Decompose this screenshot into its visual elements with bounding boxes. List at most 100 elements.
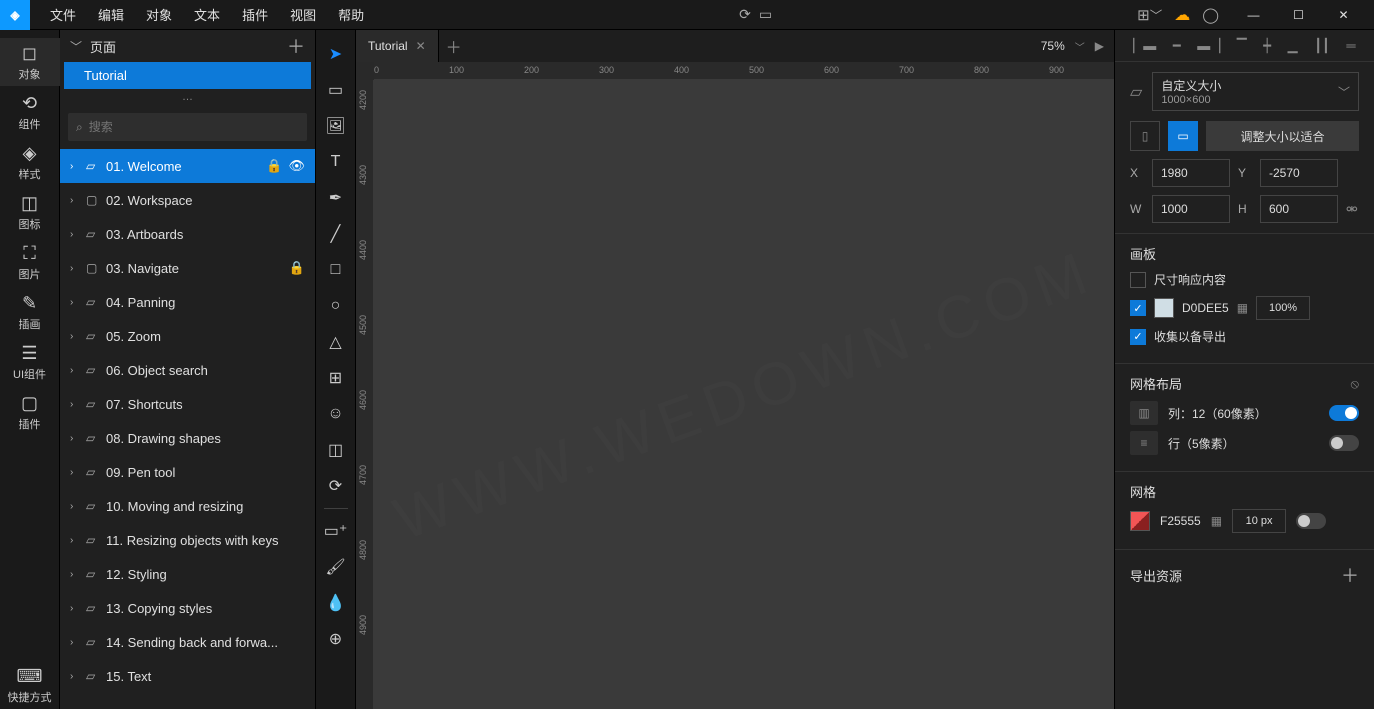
user-icon[interactable]: ◯ [1202,6,1219,24]
doc-tab-tutorial[interactable]: Tutorial ✕ [356,30,439,62]
export-collect-checkbox[interactable]: ✓ [1130,329,1146,345]
play-icon[interactable]: ▶ [1095,39,1104,53]
maximize-button[interactable]: ☐ [1276,0,1321,30]
fit-size-button[interactable]: 调整大小以适合 [1206,121,1359,151]
zoom-chevron-icon[interactable]: ﹀ [1075,39,1085,54]
layer-item[interactable]: › ▱ 15. Text [60,659,315,693]
layer-item[interactable]: › ▱ 05. Zoom [60,319,315,353]
tool-artboard[interactable]: ▭ [316,72,356,108]
apps-icon[interactable]: ⊞﹀ [1137,5,1162,24]
menu-object[interactable]: 对象 [136,0,182,30]
grid-hex[interactable]: F25555 [1160,514,1201,528]
layer-item[interactable]: › ▱ 08. Drawing shapes [60,421,315,455]
orient-portrait-button[interactable]: ▯ [1130,121,1160,151]
layer-item[interactable]: › ▢ 03. Navigate 🔒 [60,251,315,285]
tool-text[interactable]: T [316,144,356,180]
size-preset-select[interactable]: 自定义大小 1000×600 ﹀ [1152,72,1359,111]
menu-view[interactable]: 视图 [280,0,326,30]
menu-edit[interactable]: 编辑 [88,0,134,30]
tool-image[interactable]: 🖼 [316,108,356,144]
zoom-value[interactable]: 75% [1041,39,1065,53]
tool-grid[interactable]: ⊞ [316,360,356,396]
grid-size[interactable]: 10 px [1232,509,1286,533]
layer-item[interactable]: › ▱ 12. Styling [60,557,315,591]
tool-component[interactable]: ◫ [316,432,356,468]
iconbar-ui[interactable]: ☰UI组件 [0,338,60,386]
cloud-icon[interactable]: ☁ [1174,5,1190,25]
layer-item[interactable]: › ▢ 02. Workspace [60,183,315,217]
layer-item[interactable]: › ▱ 06. Object search [60,353,315,387]
sync-icon[interactable]: ⟳ [739,6,751,23]
canvas[interactable]: WWW.WEDOWN.COM [374,80,1114,709]
menu-plugin[interactable]: 插件 [232,0,278,30]
page-tab-tutorial[interactable]: Tutorial [64,62,311,89]
cols-toggle[interactable] [1329,405,1359,421]
iconbar-objects[interactable]: ◻对象 [0,38,60,86]
cols-icon[interactable]: ▥ [1130,401,1158,425]
y-input[interactable] [1260,159,1338,187]
pages-collapse-icon[interactable]: ﹀ [70,38,82,55]
iconbar-styles[interactable]: ◈样式 [0,138,60,186]
menu-text[interactable]: 文本 [184,0,230,30]
tool-eyedropper[interactable]: 💧 [316,585,356,621]
iconbar-illustration[interactable]: ✎插画 [0,288,60,336]
tool-pen[interactable]: ✒ [316,180,356,216]
lock-icon[interactable]: 🔒 [266,158,282,174]
align-bottom-icon[interactable]: ▁ [1288,38,1298,54]
layer-item[interactable]: › ▱ 10. Moving and resizing [60,489,315,523]
bg-hex[interactable]: D0DEE5 [1182,301,1229,315]
align-left-icon[interactable]: ▏▬ [1133,38,1156,54]
tool-zoom[interactable]: ⊕ [316,621,356,657]
tool-select[interactable]: ➤ [316,36,356,72]
rows-icon[interactable]: ≡ [1130,431,1158,455]
close-tab-icon[interactable]: ✕ [416,39,426,53]
tool-polygon[interactable]: △ [316,324,356,360]
bg-enable-checkbox[interactable]: ✓ [1130,300,1146,316]
add-export-button[interactable]: ＋ [1341,562,1359,588]
iconbar-plugins[interactable]: ▢插件 [0,388,60,436]
link-wh-icon[interactable]: ⚮ [1346,201,1358,218]
iconbar-components[interactable]: ⟲组件 [0,88,60,136]
menu-help[interactable]: 帮助 [328,0,374,30]
pattern-icon[interactable]: ▦ [1237,301,1248,315]
add-page-button[interactable]: ＋ [287,33,305,59]
iconbar-images[interactable]: ⛶图片 [0,238,60,286]
pages-more[interactable]: … [60,89,315,105]
align-hcenter-icon[interactable]: ━ [1173,38,1181,54]
layer-item[interactable]: › ▱ 07. Shortcuts [60,387,315,421]
align-vcenter-icon[interactable]: ┿ [1263,38,1271,54]
tool-slice[interactable]: ▭⁺ [316,513,356,549]
iconbar-shortcuts[interactable]: ⌨快捷方式 [0,661,60,709]
tool-ellipse[interactable]: ○ [316,288,356,324]
distribute-h-icon[interactable]: ┃┃ [1314,38,1330,54]
minimize-button[interactable]: — [1231,0,1276,30]
grid-color-swatch[interactable] [1130,511,1150,531]
distribute-v-icon[interactable]: ═ [1346,38,1355,53]
layer-item[interactable]: › ▱ 01. Welcome 🔒 👁 [60,149,315,183]
tool-rect[interactable]: □ [316,252,356,288]
add-tab-button[interactable]: ＋ [439,34,469,58]
x-input[interactable] [1152,159,1230,187]
align-right-icon[interactable]: ▬▕ [1197,38,1220,54]
layer-item[interactable]: › ▱ 03. Artboards [60,217,315,251]
grid-pattern-icon[interactable]: ▦ [1211,514,1222,528]
align-top-icon[interactable]: ▔ [1237,38,1247,54]
grid-toggle[interactable] [1296,513,1326,529]
bg-color-swatch[interactable] [1154,298,1174,318]
search-input[interactable] [89,120,299,134]
h-input[interactable] [1260,195,1338,223]
visibility-off-icon[interactable]: ⦸ [1351,376,1359,392]
tool-avatar[interactable]: ☺ [316,396,356,432]
close-button[interactable]: ✕ [1321,0,1366,30]
layer-item[interactable]: › ▱ 09. Pen tool [60,455,315,489]
bg-opacity[interactable]: 100% [1256,296,1310,320]
layer-search[interactable]: ⌕ [68,113,307,141]
tool-sync[interactable]: ⟳ [316,468,356,504]
layer-item[interactable]: › ▱ 14. Sending back and forwa... [60,625,315,659]
layer-item[interactable]: › ▱ 13. Copying styles [60,591,315,625]
tool-brush[interactable]: 🖌 [316,549,356,585]
lock-icon[interactable]: 🔒 [289,260,305,276]
responsive-checkbox[interactable] [1130,272,1146,288]
layer-item[interactable]: › ▱ 11. Resizing objects with keys [60,523,315,557]
iconbar-icons[interactable]: ◫图标 [0,188,60,236]
